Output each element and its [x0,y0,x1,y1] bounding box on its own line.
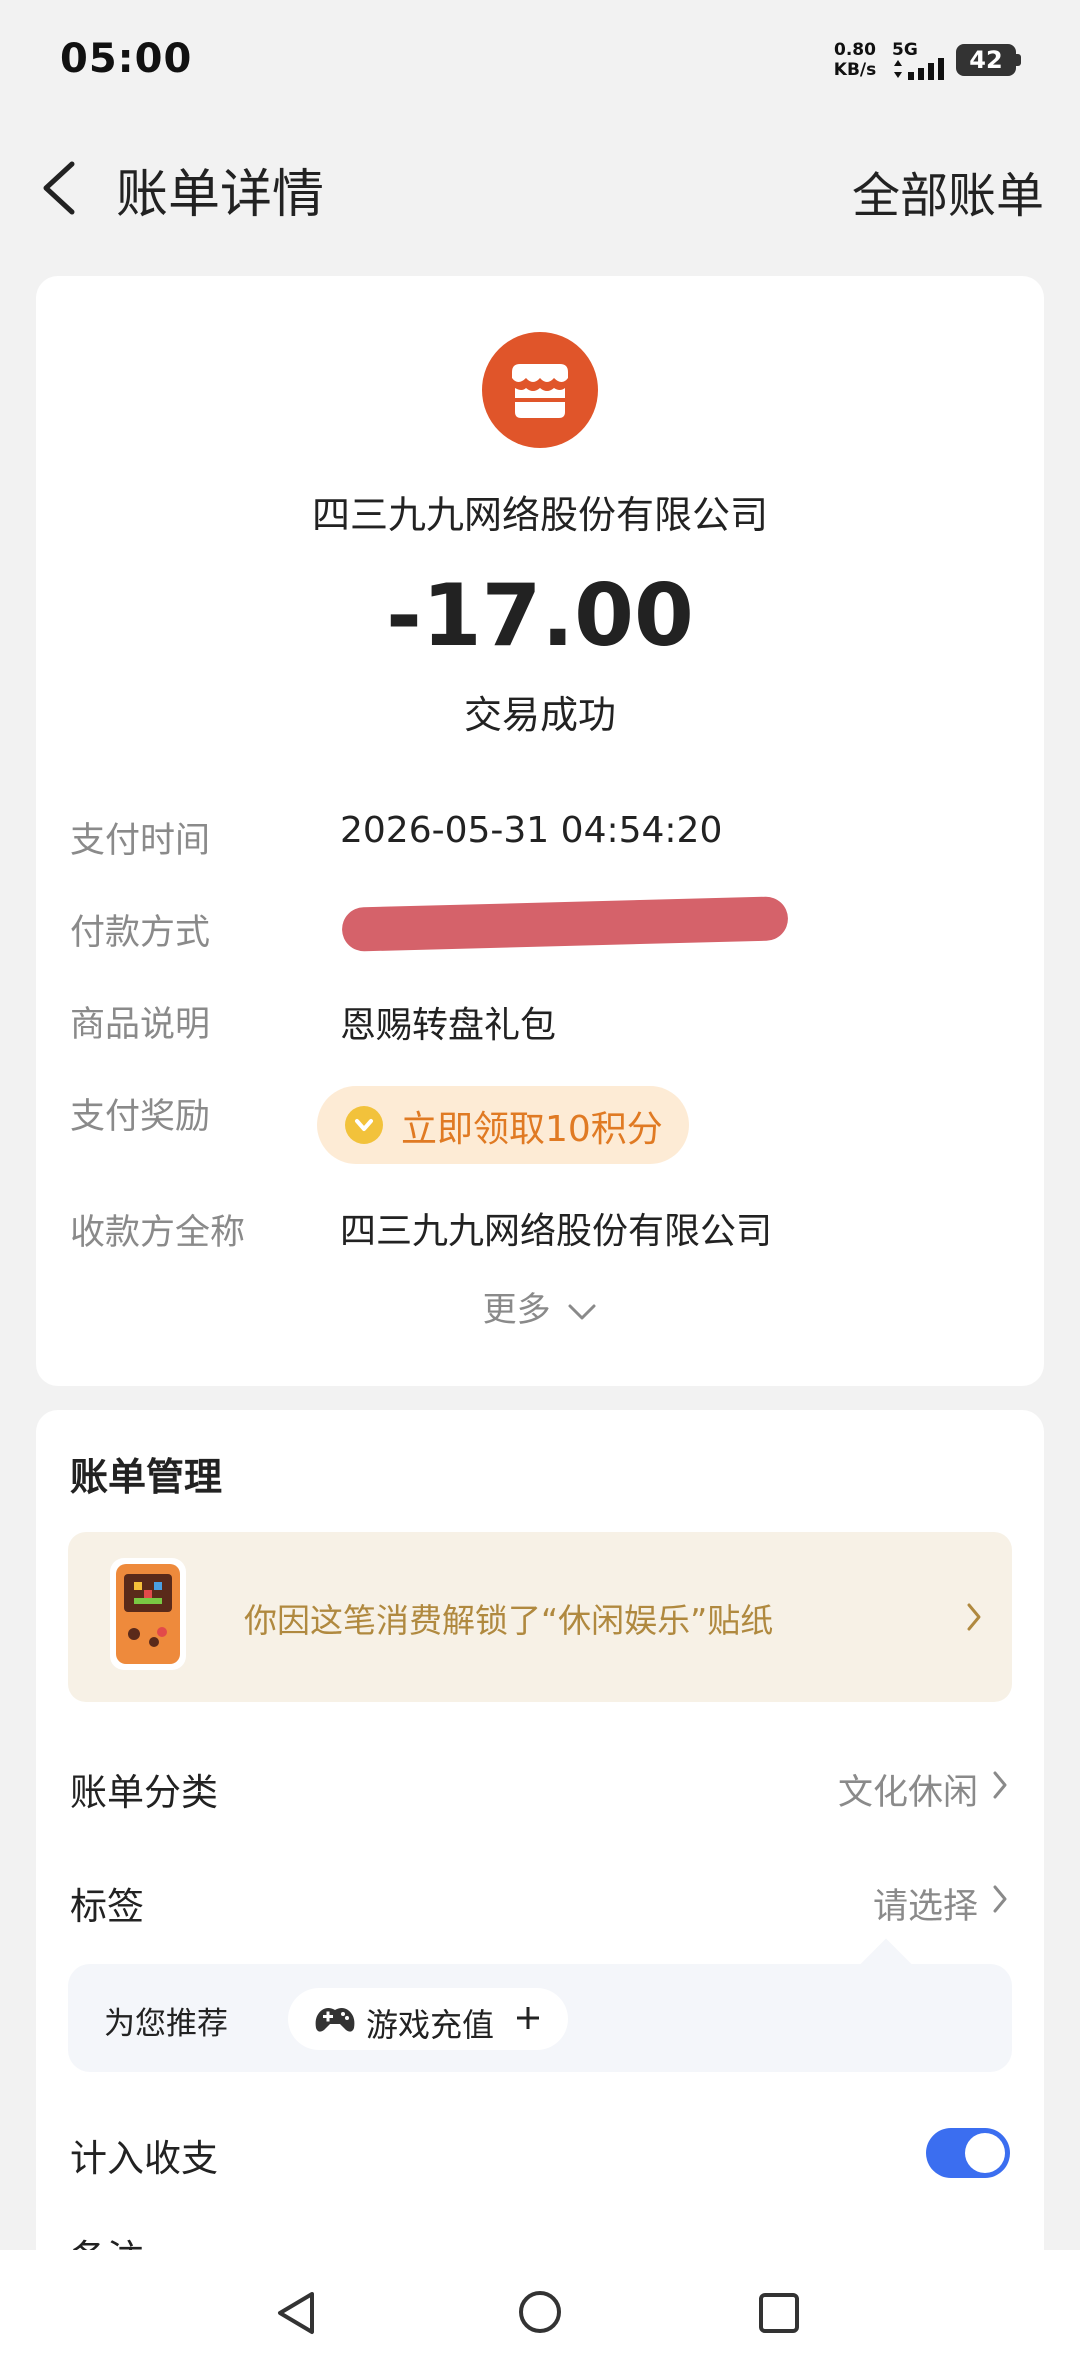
product-value: 恩赐转盘礼包 [340,1005,557,1046]
bill-management-title: 账单管理 [70,1455,223,1499]
pay-time-value: 2026-05-31 04:54:20 [340,810,723,851]
plus-icon [517,2007,539,2029]
status-time: 05:00 [60,36,193,82]
recommend-tag-label: 游戏充值 [366,2006,495,2044]
redacted-pay-method [341,896,789,952]
product-label: 商品说明 [70,1005,211,1045]
gamepad-icon [315,2008,355,2032]
chevron-right-icon [967,1603,981,1631]
claim-points-label: 立即领取10积分 [401,1109,663,1150]
tag-label: 标签 [70,1885,144,1928]
more-label: 更多 [482,1290,551,1330]
pay-time-label: 支付时间 [70,821,211,861]
transaction-status: 交易成功 [463,693,616,737]
network-type: 5G [892,40,918,60]
payee-value: 四三九九网络股份有限公司 [340,1211,773,1252]
pay-method-label: 付款方式 [70,913,211,953]
toggle-knob [965,2133,1005,2173]
recommend-tag-chip[interactable]: 游戏充值 [288,1988,568,2050]
sticker-message: 你因这笔消费解锁了“休闲娱乐”贴纸 [244,1601,774,1640]
sticker-banner[interactable]: 你因这笔消费解锁了“休闲娱乐”贴纸 [68,1532,1012,1702]
payee-label: 收款方全称 [70,1213,246,1253]
bill-management-card: 账单管理 你因这笔消费解锁了“休闲娱乐”贴纸 账单分类 文化休闲 标签 请选择 … [36,1410,1044,2280]
claim-points-button[interactable]: 立即领取10积分 [317,1086,689,1164]
more-button[interactable]: 更多 [36,1282,1044,1331]
network-speed: 0.80 KB/s [830,40,880,80]
store-icon [512,364,568,418]
tag-recommendation: 为您推荐 游戏充值 [68,1964,1012,2072]
reward-label: 支付奖励 [70,1097,211,1137]
chevron-down-icon [568,1304,596,1319]
transaction-detail-card: 四三九九网络股份有限公司 -17.00 交易成功 支付时间 2026-05-31… [36,276,1044,1386]
category-value[interactable]: 文化休闲 [838,1764,978,1815]
status-bar: 05:00 0.80 KB/s 5G 42 [0,0,1080,120]
transaction-amount: -17.00 [386,566,694,666]
back-arrow-icon[interactable] [36,160,86,216]
nav-recent-icon[interactable] [758,2292,800,2334]
header: 账单详情 全部账单 [0,130,1080,240]
battery-tip [1016,54,1021,66]
include-in-stats-toggle[interactable] [926,2128,1010,2178]
nav-back-icon[interactable] [274,2290,318,2336]
recommend-label: 为您推荐 [104,2006,228,2042]
chevron-right-icon[interactable] [992,1770,1008,1800]
category-label: 账单分类 [70,1771,218,1814]
system-nav-bar [0,2250,1080,2376]
nav-home-icon[interactable] [518,2290,562,2334]
page-title: 账单详情 [116,165,325,225]
tag-select[interactable]: 请选择 [873,1878,978,1929]
merchant-name: 四三九九网络股份有限公司 [311,493,768,537]
network-speed-value: 0.80 [834,40,876,60]
battery-icon: 42 [956,44,1016,76]
coin-icon [345,1106,383,1144]
sticker-icon [110,1558,186,1670]
network-speed-unit: KB/s [833,60,877,80]
all-bills-link[interactable]: 全部账单 [852,156,1044,226]
signal-icon [894,58,944,80]
merchant-logo [482,332,598,448]
chevron-right-icon[interactable] [992,1884,1008,1914]
include-in-stats-label: 计入收支 [70,2137,218,2180]
